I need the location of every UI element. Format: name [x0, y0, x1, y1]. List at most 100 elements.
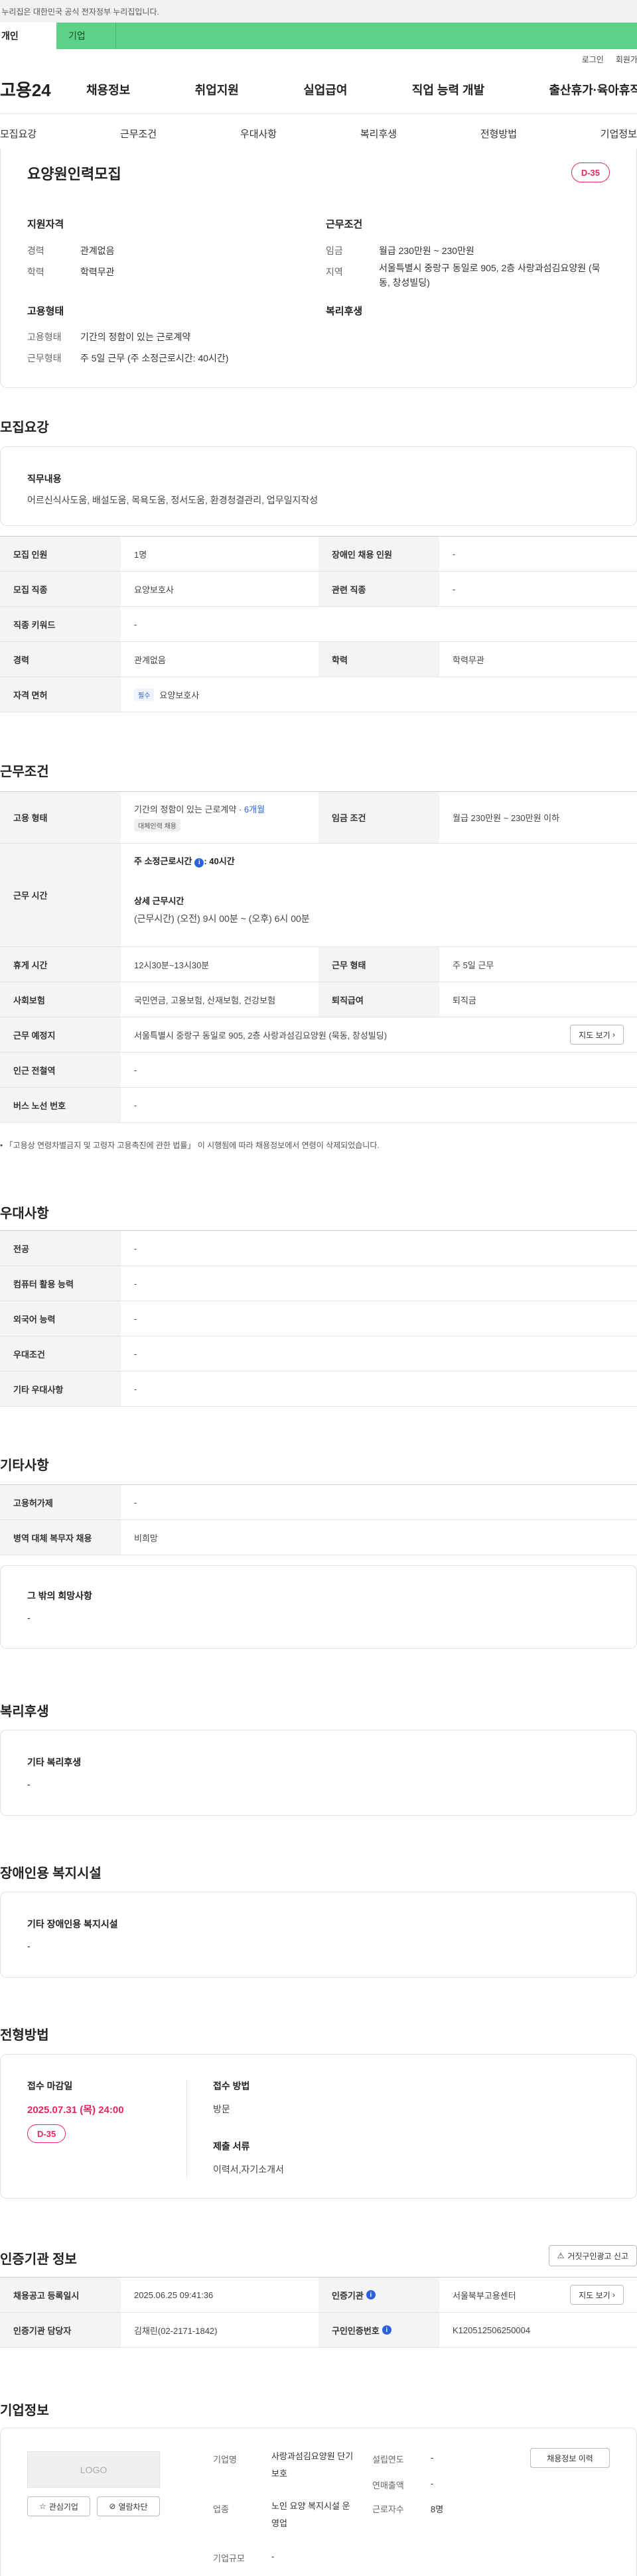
tab-welfare[interactable]: 복리후생 [360, 127, 397, 141]
qual-value: 학력무관 [80, 267, 115, 277]
section-title-etc: 기타사항 [0, 1458, 49, 1473]
deadline-value: 2025.07.31 (목) 24:00 [27, 2104, 124, 2116]
tab-corp[interactable]: 기업 [56, 23, 116, 49]
welfare-sub-heading: 기타 복리후생 [27, 1757, 82, 1768]
company-sales-label: 연매출액 [372, 2480, 404, 2490]
welfare-card: 기타 복리후생 - [0, 1730, 637, 1816]
tab-pref[interactable]: 우대사항 [240, 127, 277, 141]
table-header: 경력 [0, 642, 121, 676]
table-cell: 학력무관 [453, 655, 484, 665]
table-cell: 12시30분~13시30분 [134, 960, 210, 970]
company-year-value: - [431, 2453, 434, 2463]
table-header: 장애인 채용 인원 [318, 537, 439, 571]
tab-personal[interactable]: 개인 [0, 23, 56, 49]
section-title-pref: 우대사항 [0, 1206, 49, 1221]
duty-card: 직무내용 어르신식사도움, 배설도움, 목욕도움, 정서도움, 환경청결관리, … [0, 446, 637, 526]
company-industry-value: 노인 요양 복지시설 운영업 [271, 2501, 350, 2528]
detail-tabs: 모집요강 근무조건 우대사항 복리후생 전형방법 기업정보 [0, 114, 637, 154]
emp-period-link[interactable]: 6개월 [244, 805, 265, 814]
table-cell: 1명 [134, 549, 147, 560]
gnb-item-benefit[interactable]: 실업급여 [303, 81, 347, 98]
table-header: 근무 예정지 [0, 1017, 121, 1052]
table-header: 직종 키워드 [0, 607, 121, 641]
table-header: 컴퓨터 활용 능력 [0, 1266, 121, 1301]
chevron-right-icon: › [612, 2290, 615, 2299]
table-cell: 요양보호사 [134, 584, 174, 595]
table-header: 인근 전철역 [0, 1053, 121, 1087]
qual-heading: 지원자격 [27, 219, 64, 230]
join-link[interactable]: 회원가입 [616, 54, 637, 65]
table-cell: - [134, 1243, 137, 1254]
site-logo[interactable]: 고용24 [0, 77, 80, 101]
gnb-item-leave[interactable]: 출산휴가·육아휴직 [549, 81, 637, 98]
table-cell: - [134, 1064, 137, 1075]
tab-company[interactable]: 기업정보 [601, 127, 637, 141]
map-button[interactable]: 지도 보기 › [570, 1025, 624, 1045]
qual-label: 학력 [27, 267, 44, 277]
section-title-company: 기업정보 [0, 2404, 49, 2418]
table-cell: - [134, 1313, 137, 1324]
gnb-menu: 채용정보 취업지원 실업급여 직업 능력 개발 출산휴가·육아휴직 [80, 81, 637, 98]
selection-dday-badge: D-35 [27, 2124, 66, 2143]
emp-label: 근무형태 [27, 353, 62, 363]
login-link[interactable]: 로그인 [582, 54, 604, 65]
table-header: 인증기관 담당자 [0, 2313, 121, 2347]
company-logo-placeholder: LOGO [27, 2451, 160, 2488]
info-icon[interactable]: i [366, 2290, 376, 2299]
table-cell: 2025.06.25 09:41:36 [134, 2289, 214, 2300]
weekly-hours: 주 소정근로시간 i: 40시간 [134, 856, 235, 868]
table-header: 휴게 시간 [0, 947, 121, 982]
table-cell: 김채린(02-2171-1842) [134, 2325, 218, 2336]
block-view-button[interactable]: ⊘ 열람차단 [97, 2496, 160, 2516]
company-year-label: 설립연도 [372, 2455, 404, 2465]
table-cell: 서울북부고용센터 지도 보기 › [439, 2278, 637, 2312]
table-cell: - [134, 1278, 137, 1289]
table-header: 임금 조건 [318, 792, 439, 843]
welfare-heading: 복리후생 [326, 306, 363, 317]
gnb-item-training[interactable]: 직업 능력 개발 [412, 81, 484, 98]
cert-map-button[interactable]: 지도 보기 › [570, 2285, 624, 2305]
company-size-value: - [271, 2551, 275, 2561]
table-row: 경력 관계없음 학력 학력무관 [0, 642, 637, 677]
disabled-card: 기타 장애인용 복지시설 - [0, 1892, 637, 1978]
qual-value: 관계없음 [80, 245, 115, 256]
emp-value: 기간의 정함이 있는 근로계약 [80, 332, 191, 342]
hiring-history-button[interactable]: 채용정보 이력 [530, 2448, 610, 2468]
gnb-item-support[interactable]: 취업지원 [195, 81, 239, 98]
divider [186, 2079, 187, 2179]
emp-label: 고용형태 [27, 332, 62, 342]
table-cell: 주 5일 근무 [453, 960, 494, 970]
table-row: 근무 예정지 서울특별시 중랑구 동일로 905, 2층 사랑과섬김요양원 (묵… [0, 1017, 637, 1053]
table-header: 고용허가제 [0, 1485, 121, 1519]
table-cell: - [134, 1384, 137, 1394]
company-name-value: 사랑과섬김요양원 단기보호 [271, 2451, 354, 2479]
table-row: 고용허가제 - [0, 1485, 637, 1520]
company-size-label: 기업규모 [213, 2553, 245, 2563]
table-header: 근무 형태 [318, 947, 439, 982]
interest-company-button[interactable]: ☆ 관심기업 [27, 2496, 90, 2516]
table-row: 모집 직종 요양보호사 관련 직종 - [0, 572, 637, 607]
table-row: 휴게 시간 12시30분~13시30분 근무 형태 주 5일 근무 [0, 947, 637, 982]
global-nav: 고용24 채용정보 취업지원 실업급여 직업 능력 개발 출산휴가·육아휴직 [0, 65, 637, 114]
block-icon: ⊘ [109, 2502, 116, 2511]
table-header: 구인인증번호 i [318, 2313, 439, 2347]
info-icon[interactable]: i [382, 2325, 391, 2335]
tab-work[interactable]: 근무조건 [120, 127, 157, 141]
section-title-selection: 전형방법 [0, 2028, 49, 2043]
table-row: 버스 노선 번호 - [0, 1088, 637, 1123]
info-icon[interactable]: i [194, 858, 204, 868]
tab-selection[interactable]: 전형방법 [480, 127, 517, 141]
cond-label: 지역 [326, 267, 343, 277]
star-icon: ☆ [39, 2502, 46, 2511]
table-row: 근무 시간 주 소정근로시간 i: 40시간 상세 근무시간 (근무시간) (오전… [0, 844, 637, 947]
section-title-disabled: 장애인용 복지시설 [0, 1866, 102, 1881]
selection-card: 접수 마감일 2025.07.31 (목) 24:00 D-35 접수 방법 방… [0, 2054, 637, 2199]
table-row: 사회보험 국민연금, 고용보험, 산재보험, 건강보험 퇴직급여 퇴직금 [0, 982, 637, 1017]
false-ad-report-button[interactable]: ⚠ 거짓구인광고 신고 [548, 2245, 637, 2266]
table-header: 고용 형태 [0, 792, 121, 843]
map-button-label: 지도 보기 [579, 1030, 610, 1040]
gnb-item-jobs[interactable]: 채용정보 [86, 81, 130, 98]
tab-recruit[interactable]: 모집요강 [0, 127, 36, 141]
qual-label: 경력 [27, 245, 44, 256]
method-label: 접수 방법 [213, 2081, 250, 2091]
